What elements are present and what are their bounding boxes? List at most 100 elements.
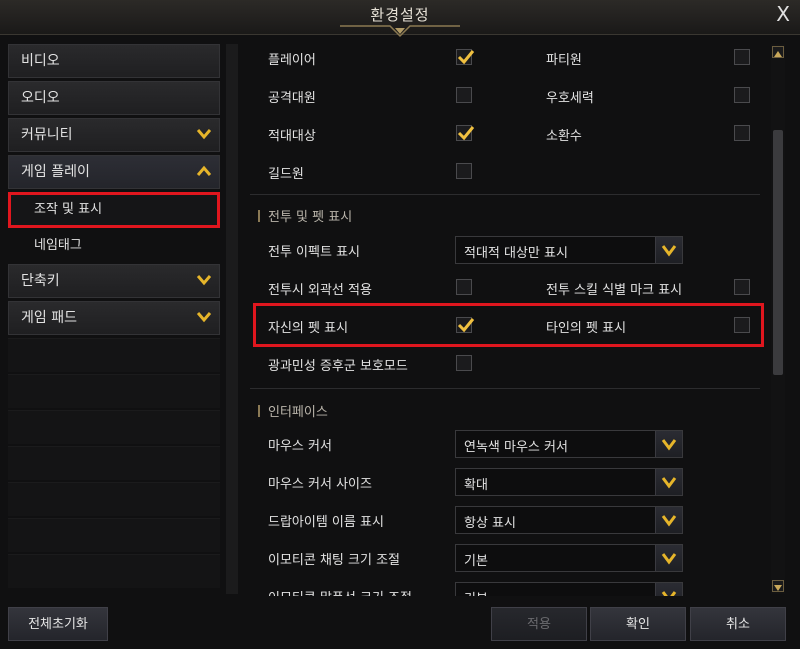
sidebar-empty-slot	[8, 554, 220, 588]
combat-outline-checkbox[interactable]	[456, 279, 472, 295]
option-label: 전투시 외곽선 적용	[268, 283, 372, 298]
chevron-down-icon	[661, 439, 677, 451]
own-pet-checkbox[interactable]	[456, 317, 475, 333]
chevron-up-icon	[197, 165, 211, 176]
option-label: 파티원	[546, 53, 582, 68]
combat-effect-dropdown[interactable]: 적대적 대상만 표시	[455, 236, 683, 264]
dropdown-value: 적대적 대상만 표시	[464, 246, 568, 261]
dropdown-value: 기본	[464, 588, 488, 596]
section-title-combat: 전투 및 펫 표시	[258, 206, 352, 225]
sidebar-empty-slot	[8, 374, 220, 408]
option-label: 마우스 커서 사이즈	[268, 477, 372, 492]
close-button[interactable]: X	[776, 2, 790, 26]
option-row: 마우스 커서 연녹색 마우스 커서	[250, 426, 765, 462]
option-label: 플레이어	[268, 53, 316, 68]
hostile-checkbox[interactable]	[456, 125, 475, 141]
sidebar-empty-slot	[8, 410, 220, 444]
apply-button[interactable]: 적용	[491, 607, 587, 641]
sidebar-item-label: 네임태그	[34, 238, 82, 253]
title-ornament-icon	[340, 25, 460, 38]
sidebar-empty-slot	[8, 482, 220, 516]
option-row: 광과민성 증후군 보호모드	[250, 346, 765, 382]
photosensitive-checkbox[interactable]	[456, 355, 472, 371]
player-checkbox[interactable]	[456, 49, 475, 65]
chevron-down-icon	[661, 515, 677, 527]
cursor-size-dropdown[interactable]: 확대	[455, 468, 683, 496]
sidebar-item-audio[interactable]: 오디오	[8, 81, 220, 115]
option-label: 길드원	[268, 167, 304, 182]
chevron-down-icon	[197, 129, 211, 140]
other-pet-checkbox[interactable]	[734, 317, 750, 333]
options-panel: 플레이어 파티원 공격대원 우호세력 적대대상 소환수 길드원 전투 및 펫 표…	[250, 40, 765, 596]
checkmark-icon	[457, 126, 475, 141]
option-row: 적대대상 소환수	[250, 116, 765, 152]
option-label: 마우스 커서	[268, 439, 332, 454]
sidebar-scrollbar[interactable]	[226, 44, 238, 594]
sidebar-subitem-controls-display[interactable]: 조작 및 표시	[8, 192, 220, 228]
option-row: 길드원	[250, 154, 765, 190]
chevron-down-icon	[197, 275, 211, 286]
sidebar-subitem-nametag[interactable]: 네임태그	[8, 228, 220, 264]
party-checkbox[interactable]	[734, 49, 750, 65]
dropdown-value: 항상 표시	[464, 516, 516, 531]
chevron-down-icon	[661, 591, 677, 596]
ok-button[interactable]: 확인	[590, 607, 686, 641]
mouse-cursor-dropdown[interactable]: 연녹색 마우스 커서	[455, 430, 683, 458]
sidebar-empty-slot	[8, 446, 220, 480]
chevron-down-icon	[661, 553, 677, 565]
scroll-thumb[interactable]	[773, 130, 783, 375]
sidebar-item-hotkeys[interactable]: 단축키	[8, 264, 220, 298]
option-label: 전투 스킬 식별 마크 표시	[546, 283, 683, 298]
summon-checkbox[interactable]	[734, 125, 750, 141]
friendly-checkbox[interactable]	[734, 87, 750, 103]
skill-mark-checkbox[interactable]	[734, 279, 750, 295]
checkmark-icon	[457, 50, 475, 65]
cancel-button[interactable]: 취소	[690, 607, 786, 641]
option-row: 공격대원 우호세력	[250, 78, 765, 114]
divider	[250, 194, 760, 195]
sidebar: 비디오 오디오 커뮤니티 게임 플레이 조작 및 표시 네임태그 단축키 게임 …	[8, 44, 220, 590]
option-label: 이모티콘 말풍선 크기 조절	[268, 587, 412, 596]
sidebar-empty-slot	[8, 518, 220, 552]
option-label: 우호세력	[546, 91, 594, 106]
emoticon-chat-size-dropdown[interactable]: 기본	[455, 544, 683, 572]
chevron-down-icon	[197, 312, 211, 323]
triangle-up-icon	[774, 51, 782, 57]
sidebar-item-video[interactable]: 비디오	[8, 44, 220, 78]
section-title-interface: 인터페이스	[258, 401, 328, 420]
option-label: 자신의 펫 표시	[268, 321, 349, 336]
option-label: 공격대원	[268, 91, 316, 106]
sidebar-item-gameplay[interactable]: 게임 플레이	[8, 155, 220, 189]
option-row: 마우스 커서 사이즈 확대	[250, 464, 765, 500]
option-label: 이모티콘 채팅 크기 조절	[268, 553, 400, 568]
sidebar-item-label: 단축키	[21, 273, 60, 289]
sidebar-item-label: 비디오	[21, 53, 60, 69]
checkmark-icon	[457, 318, 475, 333]
dropdown-value: 기본	[464, 554, 488, 569]
window-title: 환경설정	[370, 6, 430, 24]
sidebar-item-label: 게임 패드	[21, 310, 77, 326]
option-label: 소환수	[546, 129, 582, 144]
options-scrollbar[interactable]	[771, 44, 785, 594]
raid-checkbox[interactable]	[456, 87, 472, 103]
dropdown-value: 연녹색 마우스 커서	[464, 440, 568, 455]
chevron-down-icon	[661, 245, 677, 257]
sidebar-item-label: 오디오	[21, 90, 60, 106]
chevron-down-icon	[661, 477, 677, 489]
option-row: 자신의 펫 표시 타인의 펫 표시	[250, 308, 765, 344]
sidebar-item-label: 조작 및 표시	[34, 202, 103, 217]
scroll-up-button[interactable]	[772, 46, 784, 58]
scroll-down-button[interactable]	[772, 580, 784, 592]
option-label: 전투 이펙트 표시	[268, 245, 360, 260]
option-row: 이모티콘 말풍선 크기 조절 기본	[250, 578, 765, 596]
reset-all-button[interactable]: 전체초기화	[8, 607, 108, 641]
sidebar-item-community[interactable]: 커뮤니티	[8, 118, 220, 152]
sidebar-item-gamepad[interactable]: 게임 패드	[8, 301, 220, 335]
sidebar-item-label: 게임 플레이	[21, 164, 90, 180]
option-label: 드랍아이템 이름 표시	[268, 515, 384, 530]
guild-checkbox[interactable]	[456, 163, 472, 179]
emoticon-bubble-size-dropdown[interactable]: 기본	[455, 582, 683, 596]
title-bar: 환경설정 X	[0, 0, 800, 38]
option-row: 전투 이펙트 표시 적대적 대상만 표시	[250, 232, 765, 268]
drop-item-name-dropdown[interactable]: 항상 표시	[455, 506, 683, 534]
